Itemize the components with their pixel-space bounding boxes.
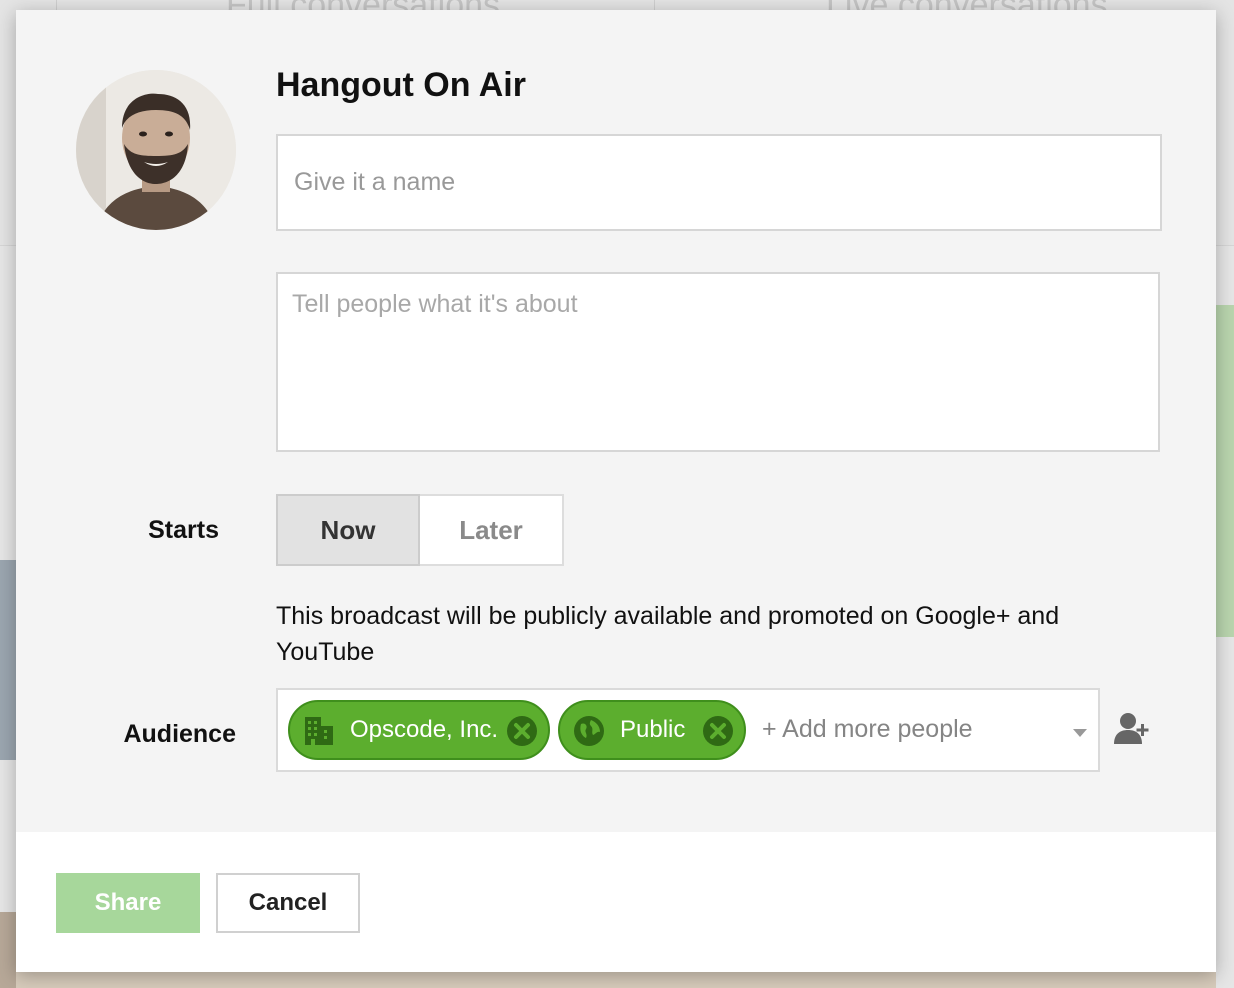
starts-now-toggle[interactable]: Now [276, 494, 420, 566]
hangout-on-air-dialog: Hangout On Air Starts Now Later This bro… [16, 10, 1216, 972]
chevron-down-icon[interactable] [1072, 728, 1088, 738]
background-photo [0, 912, 16, 988]
audience-chip-public[interactable]: Public [558, 700, 746, 760]
starts-later-toggle[interactable]: Later [420, 494, 564, 566]
audience-chip-opscode[interactable]: Opscode, Inc. [288, 700, 550, 760]
background-strip [16, 972, 1216, 988]
starts-label: Starts [148, 516, 219, 544]
building-icon [305, 717, 333, 745]
audience-label: Audience [123, 720, 236, 748]
globe-icon [574, 716, 604, 746]
dialog-footer: Share Cancel [16, 832, 1216, 972]
description-textarea[interactable] [276, 272, 1160, 452]
background-photo [0, 560, 16, 760]
background-panel [1216, 305, 1234, 637]
name-input[interactable] [276, 134, 1162, 231]
cancel-button[interactable]: Cancel [216, 873, 360, 933]
broadcast-note: This broadcast will be publicly availabl… [276, 602, 1060, 666]
avatar [76, 70, 236, 230]
add-person-icon[interactable] [1114, 710, 1150, 746]
share-button[interactable]: Share [56, 873, 200, 933]
audience-chip-label: Public [620, 716, 686, 743]
audience-field[interactable]: Opscode, Inc. Public [276, 688, 1100, 772]
audience-chip-label: Opscode, Inc. [350, 716, 499, 743]
user-portrait [76, 70, 236, 230]
add-people-input[interactable] [760, 714, 1064, 745]
remove-chip-icon[interactable] [506, 715, 538, 747]
remove-chip-icon[interactable] [702, 715, 734, 747]
dialog-title: Hangout On Air [276, 66, 526, 104]
